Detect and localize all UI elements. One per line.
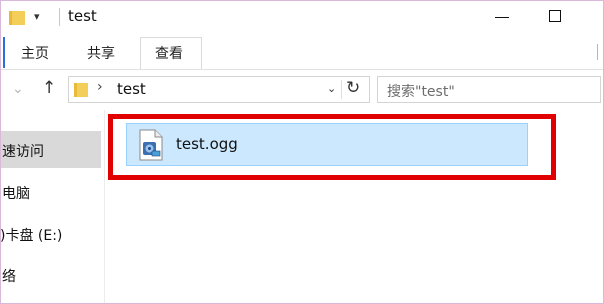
tab-share[interactable]: 共享 bbox=[87, 43, 115, 63]
annotation-highlight-box bbox=[108, 114, 556, 180]
nav-item-drive-e[interactable]: )卡盘 (E:) bbox=[0, 225, 62, 245]
nav-item-quick-access[interactable]: 速访问 bbox=[2, 141, 44, 161]
title-bar: ▾ test bbox=[0, 0, 604, 36]
pane-divider[interactable] bbox=[104, 110, 105, 304]
path-chevron-icon[interactable]: › bbox=[97, 79, 103, 95]
tab-home[interactable]: 主页 bbox=[21, 43, 49, 63]
address-bar[interactable]: › test ⌄ ↻ bbox=[68, 76, 370, 103]
quick-access-dropdown[interactable]: ▾ bbox=[34, 10, 40, 23]
maximize-button[interactable] bbox=[549, 10, 561, 22]
nav-item-this-pc[interactable]: 电脑 bbox=[2, 183, 30, 203]
minimize-button[interactable] bbox=[495, 17, 509, 18]
folder-icon bbox=[74, 82, 88, 101]
search-placeholder: 搜索"test" bbox=[387, 84, 455, 100]
up-arrow-icon[interactable]: ↑ bbox=[42, 78, 56, 98]
tab-view[interactable]: 查看 bbox=[155, 43, 183, 63]
address-dropdown-icon[interactable]: ⌄ bbox=[327, 82, 336, 95]
recent-locations-icon[interactable]: ⌄ bbox=[12, 81, 24, 97]
tab-home-accent bbox=[3, 37, 5, 68]
address-row: ⌄ ↑ › test ⌄ ↻ 搜索"test" bbox=[0, 73, 604, 109]
search-input[interactable]: 搜索"test" bbox=[377, 76, 601, 103]
folder-icon bbox=[9, 10, 25, 29]
refresh-separator bbox=[341, 80, 342, 99]
window-title: test bbox=[68, 7, 97, 25]
title-separator bbox=[59, 8, 60, 26]
nav-item-network[interactable]: 络 bbox=[2, 266, 16, 286]
ribbon-expand-indicator bbox=[597, 44, 598, 60]
address-path-segment[interactable]: test bbox=[117, 80, 146, 98]
refresh-icon[interactable]: ↻ bbox=[346, 78, 360, 98]
ribbon-tabs: 主页 共享 查看 bbox=[0, 36, 604, 70]
